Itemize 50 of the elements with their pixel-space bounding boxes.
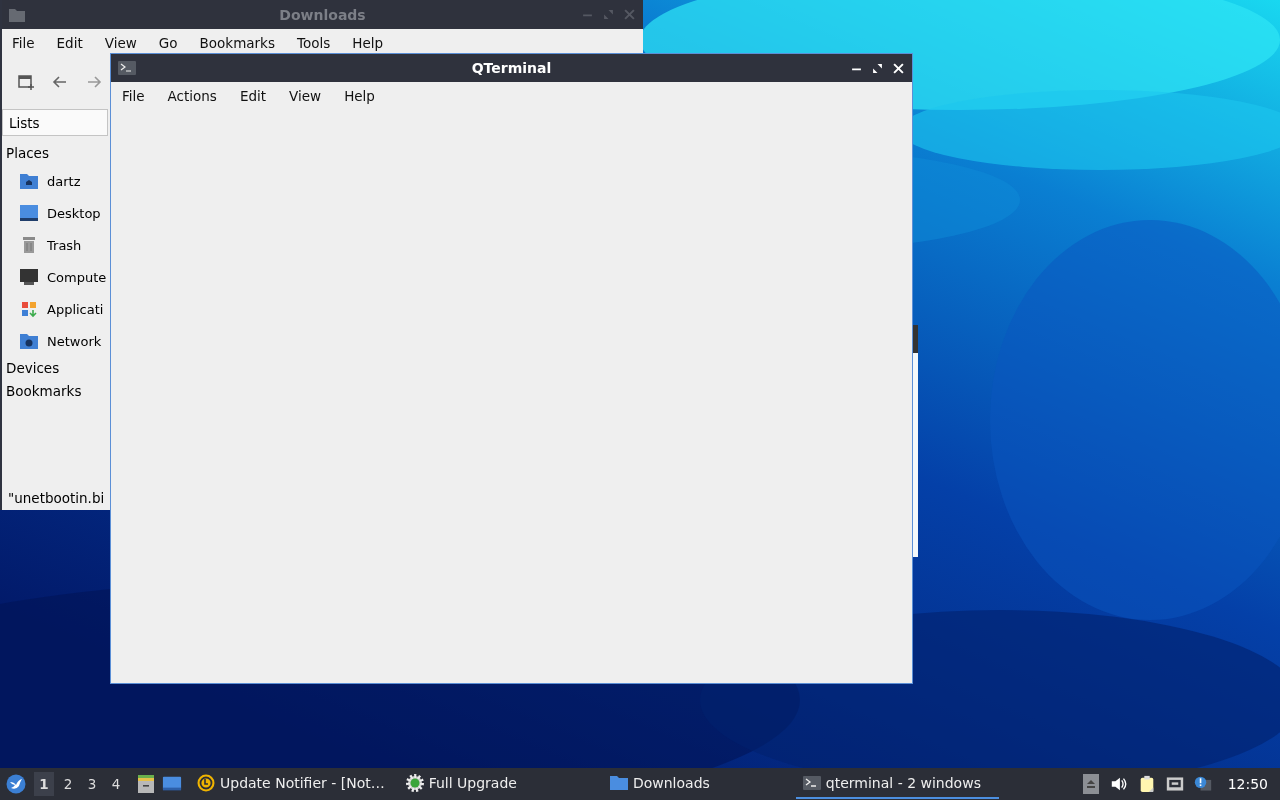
sidebar-item[interactable]: Applicati bbox=[6, 293, 104, 325]
workspace-button[interactable]: 4 bbox=[106, 772, 126, 796]
sidebar-item[interactable]: dartz bbox=[6, 165, 81, 197]
maximize-icon[interactable] bbox=[872, 62, 883, 74]
section-header[interactable]: Bookmarks bbox=[6, 380, 82, 403]
menu-item[interactable]: Go bbox=[158, 35, 178, 51]
menu-item[interactable]: Tools bbox=[296, 35, 331, 51]
view-selector[interactable]: Lists bbox=[2, 109, 108, 136]
menu-item[interactable]: View bbox=[289, 88, 322, 104]
taskbar-button[interactable]: qterminal - 2 windows bbox=[795, 769, 999, 799]
workspace-button[interactable]: 2 bbox=[58, 772, 78, 796]
taskbar-button[interactable]: Full Upgrade bbox=[398, 769, 523, 799]
menu-item[interactable]: Help bbox=[344, 88, 375, 104]
apps-icon bbox=[19, 299, 39, 319]
section-header[interactable]: Places bbox=[6, 142, 49, 165]
network-folder-icon bbox=[19, 331, 39, 351]
menu-item[interactable]: Edit bbox=[56, 35, 83, 51]
monitor-icon bbox=[19, 203, 39, 223]
taskbar-button[interactable]: Downloads bbox=[602, 769, 716, 799]
gear-icon bbox=[404, 773, 425, 793]
workspace-button[interactable]: 3 bbox=[82, 772, 102, 796]
folder-icon bbox=[9, 7, 25, 22]
folder-icon bbox=[608, 773, 629, 793]
menu-item[interactable]: Help bbox=[352, 35, 383, 51]
clock: 12:50 bbox=[1227, 776, 1268, 792]
computer-icon bbox=[19, 267, 39, 287]
terminal-icon bbox=[118, 61, 136, 75]
sidebar-item[interactable]: Desktop bbox=[6, 197, 101, 229]
status-text: "unetbootin.bi bbox=[7, 489, 106, 508]
menu-item[interactable]: File bbox=[122, 88, 145, 104]
window-title: QTerminal bbox=[471, 60, 552, 76]
new-tab-icon[interactable] bbox=[17, 73, 35, 91]
update-icon bbox=[196, 773, 216, 793]
sidebar-item[interactable]: Network bbox=[6, 325, 102, 357]
terminal-icon bbox=[801, 773, 822, 793]
sidebar-item[interactable]: Trash bbox=[6, 229, 82, 261]
menu-item[interactable]: Edit bbox=[239, 88, 267, 104]
bird-logo-icon[interactable] bbox=[6, 774, 26, 794]
menu-item[interactable]: File bbox=[12, 35, 35, 51]
menu-item[interactable]: View bbox=[104, 35, 137, 51]
window-title: Downloads bbox=[279, 6, 366, 23]
file-cabinet-icon[interactable] bbox=[136, 774, 156, 794]
home-folder-icon bbox=[19, 171, 39, 191]
notification-icon[interactable] bbox=[1193, 774, 1212, 794]
workspace-button[interactable]: 1 bbox=[34, 772, 54, 796]
sidebar-item[interactable]: Compute bbox=[6, 261, 107, 293]
menu-item[interactable]: Actions bbox=[167, 88, 217, 104]
menu-item[interactable]: Bookmarks bbox=[199, 35, 275, 51]
taskbar-button[interactable]: Update Notifier - [Not… bbox=[190, 769, 391, 799]
section-header[interactable]: Devices bbox=[6, 357, 60, 380]
